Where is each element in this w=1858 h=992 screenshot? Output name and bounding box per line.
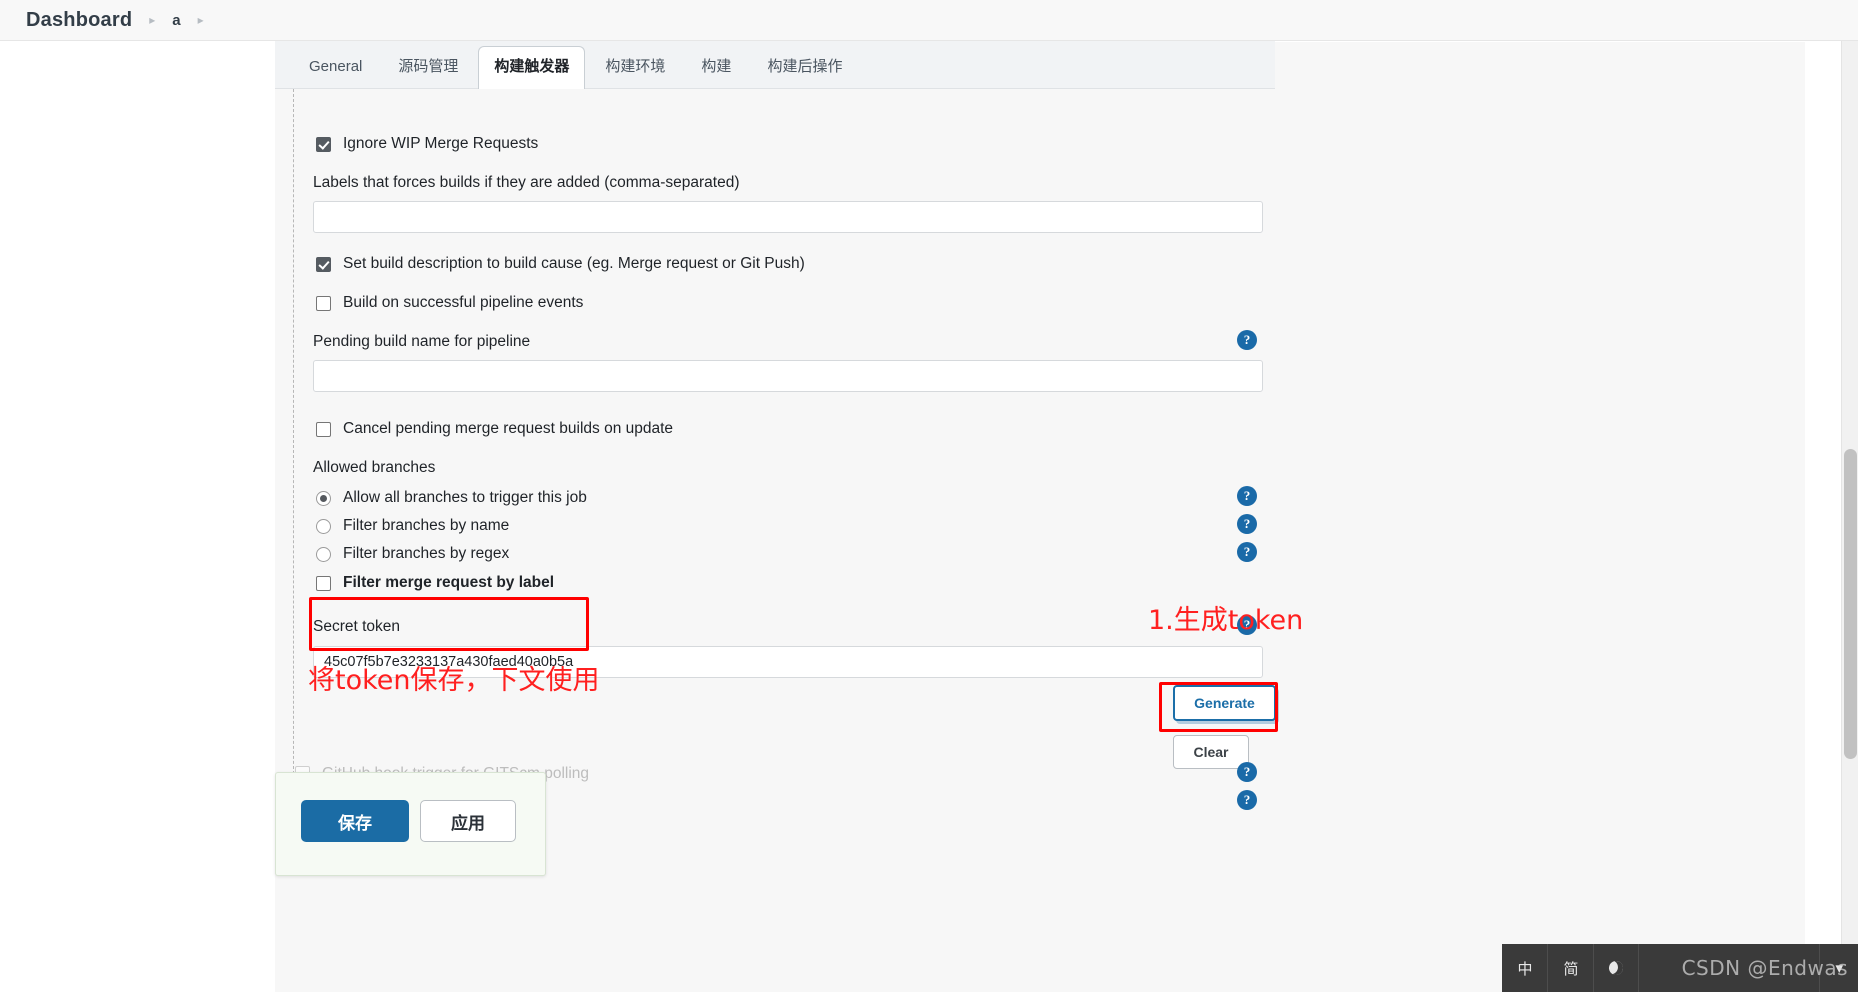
- tab-build[interactable]: 构建: [685, 46, 747, 88]
- annotation-step1-text: 1.生成token: [1148, 605, 1304, 636]
- ime-chevron-button[interactable]: ▾: [1820, 944, 1858, 992]
- set-build-description-label: Set build description to build cause (eg…: [343, 255, 805, 272]
- page-scrollbar-track[interactable]: [1841, 41, 1858, 992]
- moon-icon: [1607, 959, 1626, 977]
- screen-root: Dashboard ▸ a ▸ General 源码管理 构建触发器 构建环境 …: [0, 0, 1858, 992]
- filter-by-label-text: Filter merge request by label: [343, 574, 555, 591]
- apply-button[interactable]: 应用: [420, 800, 516, 842]
- labels-force-label: Labels that forces builds if they are ad…: [313, 174, 740, 191]
- help-icon-filter-regex[interactable]: ?: [1237, 542, 1257, 562]
- annotation-note-text: 将token保存，下文使用: [308, 665, 600, 696]
- radio-filter-regex-label: Filter branches by regex: [343, 545, 510, 562]
- pending-build-name-input[interactable]: [313, 360, 1263, 392]
- ime-spacer: [1639, 944, 1821, 992]
- tab-post-build-actions[interactable]: 构建后操作: [751, 46, 858, 88]
- cancel-pending-label: Cancel pending merge request builds on u…: [343, 420, 674, 437]
- config-tabbar: General 源码管理 构建触发器 构建环境 构建 构建后操作: [275, 41, 1275, 89]
- breadcrumb-item-a[interactable]: a: [172, 12, 180, 29]
- breadcrumb-separator-icon-2: ▸: [197, 13, 204, 27]
- help-icon-github-hook[interactable]: ?: [1237, 762, 1257, 782]
- pending-build-name-input-row: [313, 360, 1843, 392]
- secret-token-label-row: Secret token: [313, 617, 1843, 637]
- cancel-pending-row[interactable]: Cancel pending merge request builds on u…: [316, 419, 1846, 439]
- pending-build-name-label: Pending build name for pipeline: [313, 333, 531, 350]
- filter-merge-request-by-label-checkbox[interactable]: [316, 575, 331, 591]
- help-icon-pending-build-name[interactable]: ?: [1237, 330, 1257, 350]
- set-build-description-row[interactable]: Set build description to build cause (eg…: [316, 254, 1846, 274]
- radio-filter-regex-row[interactable]: Filter branches by regex: [316, 544, 1846, 564]
- tab-general[interactable]: General: [293, 46, 378, 88]
- page-body: General 源码管理 构建触发器 构建环境 构建 构建后操作 Ignore …: [0, 41, 1858, 992]
- breadcrumb-separator-icon: ▸: [149, 13, 156, 27]
- labels-force-input[interactable]: [313, 201, 1263, 233]
- radio-all-branches-row[interactable]: Allow all branches to trigger this job: [316, 488, 1846, 508]
- clear-button[interactable]: Clear: [1173, 735, 1249, 769]
- save-button[interactable]: 保存: [301, 800, 409, 842]
- help-icon-extra[interactable]: ?: [1237, 790, 1257, 810]
- radio-filter-name-row[interactable]: Filter branches by name: [316, 516, 1846, 536]
- tab-source-management[interactable]: 源码管理: [382, 46, 474, 88]
- generate-button[interactable]: Generate: [1173, 685, 1276, 721]
- ignore-wip-label: Ignore WIP Merge Requests: [343, 135, 539, 152]
- breadcrumb-root-link[interactable]: Dashboard: [26, 9, 132, 32]
- labels-force-label-row: Labels that forces builds if they are ad…: [313, 173, 1843, 193]
- labels-force-input-row: [313, 201, 1843, 233]
- ime-taskbar: 中 简 ▾: [1502, 944, 1858, 992]
- floating-save-bar: 保存 应用: [275, 772, 546, 876]
- radio-filter-branches-by-name[interactable]: [316, 518, 331, 534]
- help-icon-all-branches[interactable]: ?: [1237, 486, 1257, 506]
- section-rail: [293, 89, 294, 789]
- radio-filter-name-label: Filter branches by name: [343, 517, 510, 534]
- radio-filter-branches-by-regex[interactable]: [316, 546, 331, 562]
- build-on-pipeline-row[interactable]: Build on successful pipeline events: [316, 293, 1846, 313]
- allowed-branches-heading-row: Allowed branches: [313, 458, 1843, 478]
- build-on-pipeline-checkbox[interactable]: [316, 295, 331, 311]
- radio-all-branches[interactable]: [316, 490, 331, 506]
- left-gutter: [0, 41, 275, 992]
- ime-language-mode[interactable]: 中: [1502, 944, 1549, 992]
- breadcrumb: Dashboard ▸ a ▸: [0, 0, 1858, 41]
- build-on-pipeline-label: Build on successful pipeline events: [343, 294, 584, 311]
- radio-all-branches-label: Allow all branches to trigger this job: [343, 489, 587, 506]
- allowed-branches-label: Allowed branches: [313, 459, 436, 476]
- help-icon-filter-name[interactable]: ?: [1237, 514, 1257, 534]
- ime-theme-toggle[interactable]: [1594, 944, 1640, 992]
- pending-build-name-label-row: Pending build name for pipeline: [313, 332, 1843, 352]
- secret-token-label: Secret token: [313, 618, 401, 635]
- set-build-description-checkbox[interactable]: [316, 256, 331, 272]
- tab-build-environment[interactable]: 构建环境: [589, 46, 681, 88]
- cancel-pending-checkbox[interactable]: [316, 421, 331, 437]
- ime-character-mode[interactable]: 简: [1548, 944, 1595, 992]
- tab-build-triggers[interactable]: 构建触发器: [478, 46, 586, 89]
- page-scrollbar-thumb[interactable]: [1844, 449, 1857, 759]
- ignore-wip-row[interactable]: Ignore WIP Merge Requests: [316, 134, 1846, 154]
- filter-by-label-row[interactable]: Filter merge request by label: [316, 573, 1846, 593]
- ignore-wip-checkbox[interactable]: [316, 136, 331, 152]
